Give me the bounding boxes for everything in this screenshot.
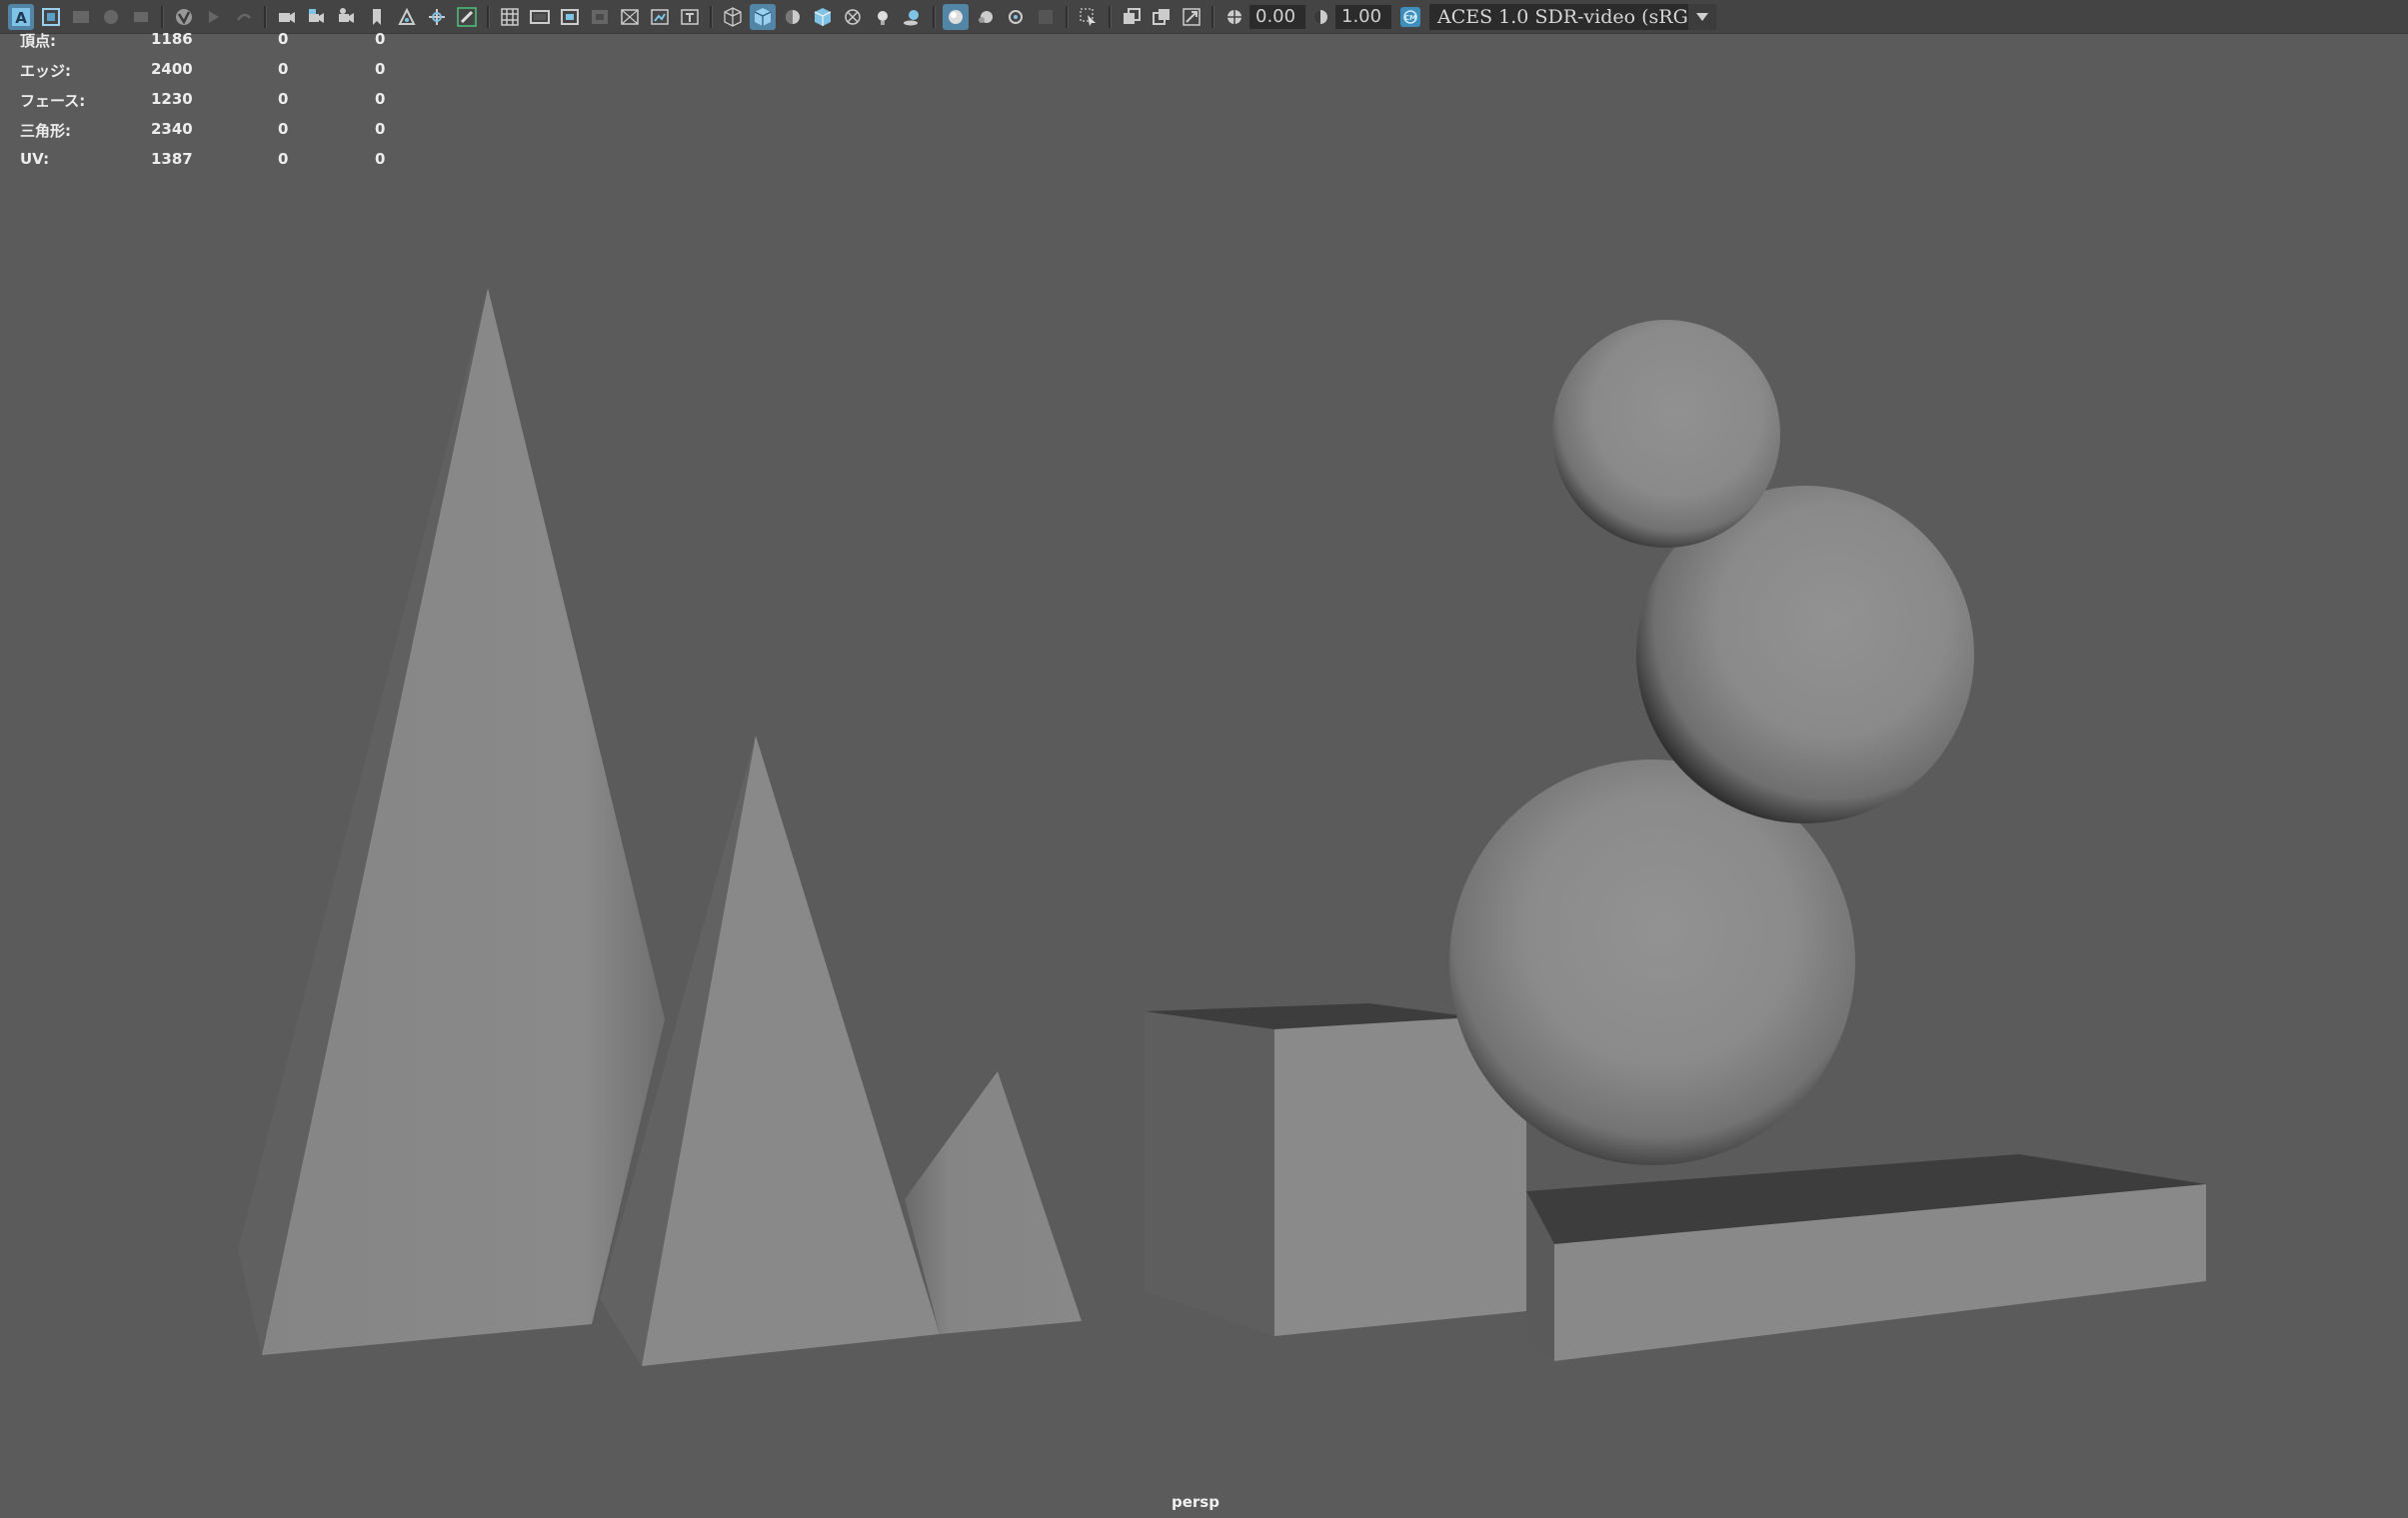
hud-label: 三角形: [20, 122, 71, 140]
cone-large[interactable] [238, 288, 665, 1355]
camera-name-label: persp [1172, 1493, 1219, 1511]
box-flat[interactable] [1526, 1154, 2206, 1361]
hud-value: 0 [278, 90, 289, 108]
hud-value: 1387 [151, 150, 193, 168]
hud-value: 0 [278, 60, 289, 78]
hud-value: 0 [375, 120, 386, 138]
hud-label: フェース: [20, 92, 86, 110]
hud-value: 0 [278, 150, 289, 168]
3d-viewport[interactable] [0, 34, 2408, 1518]
cube[interactable] [1145, 1003, 1526, 1336]
hud-value: 2400 [151, 60, 193, 78]
hud-value: 0 [375, 30, 386, 48]
hud-value: 2340 [151, 120, 193, 138]
hud-value: 1230 [151, 90, 193, 108]
hud-label: 頂点: [20, 32, 56, 50]
scene-render [238, 288, 2206, 1366]
hud-value: 0 [375, 150, 386, 168]
hud-label: エッジ: [20, 62, 71, 80]
hud-value: 0 [375, 60, 386, 78]
hud-value: 0 [375, 90, 386, 108]
hud-value: 0 [278, 120, 289, 138]
hud-label: UV: [20, 150, 50, 168]
hud-value: 1186 [151, 30, 193, 48]
hud-value: 0 [278, 30, 289, 48]
cone-small[interactable] [905, 1071, 1082, 1334]
sphere-top[interactable] [1552, 320, 1780, 548]
